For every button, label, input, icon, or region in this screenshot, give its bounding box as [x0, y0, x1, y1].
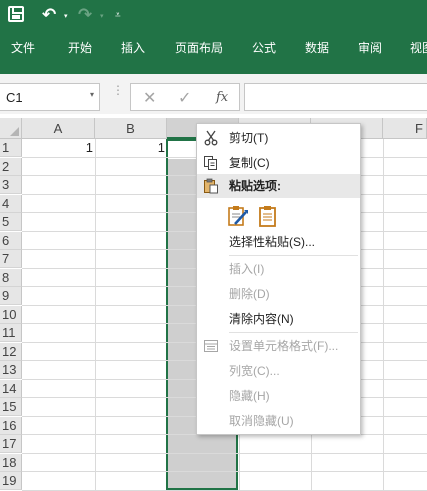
name-box-value: C1 [6, 90, 23, 105]
copy-icon [204, 156, 217, 170]
row-header-2[interactable]: 2 [0, 157, 22, 176]
paste-formatting-icon [228, 206, 248, 226]
row-header-1[interactable]: 1 [0, 139, 22, 157]
menu-item-label: 设置单元格格式(F)... [229, 339, 339, 353]
row-header-12[interactable]: 12 [0, 342, 22, 361]
tab-formulas[interactable]: 公式 [252, 40, 276, 56]
cell-b1[interactable]: 1 [95, 139, 167, 157]
menu-item-column-width[interactable]: 列宽(C)... [197, 359, 360, 383]
context-menu: 剪切(T) 复制(C) 粘贴选项: 选择性粘贴(S)... 插入(I) 删除(D… [196, 123, 361, 435]
resize-handle-icon[interactable]: ⋮ [112, 84, 124, 96]
menu-item-label: 复制(C) [229, 156, 270, 170]
menu-item-label: 隐藏(H) [229, 389, 270, 403]
menu-item-label: 选择性粘贴(S)... [229, 235, 315, 249]
column-header-a[interactable]: A [22, 118, 95, 139]
menu-item-hide[interactable]: 隐藏(H) [197, 384, 360, 408]
cell-a1[interactable]: 1 [22, 139, 95, 157]
row-header-11[interactable]: 11 [0, 324, 22, 342]
scissors-icon [204, 130, 218, 146]
menu-item-clear-contents[interactable]: 清除内容(N) [197, 307, 360, 331]
tab-home[interactable]: 开始 [68, 40, 92, 56]
redo-dropdown-icon: ▾ [100, 13, 104, 20]
row-header-18[interactable]: 18 [0, 453, 22, 472]
row-header-16[interactable]: 16 [0, 416, 22, 435]
row-header-6[interactable]: 6 [0, 231, 22, 250]
paste-options-header: 粘贴选项: [197, 174, 360, 198]
formula-input[interactable] [244, 83, 427, 111]
row-header-3[interactable]: 3 [0, 176, 22, 194]
row-header-19[interactable]: 19 [0, 472, 22, 490]
menu-item-paste-special[interactable]: 选择性粘贴(S)... [197, 230, 360, 254]
name-box[interactable]: C1 ▾ [0, 83, 100, 111]
formula-bar: C1 ▾ ⋮ ✕ ✓ fx [0, 80, 427, 114]
formula-buttons: ✕ ✓ fx [130, 83, 240, 111]
row-header-4[interactable]: 4 [0, 194, 22, 213]
gridline [22, 471, 427, 472]
menu-item-label: 插入(I) [229, 262, 265, 276]
menu-separator [229, 255, 358, 256]
row-header-9[interactable]: 9 [0, 287, 22, 305]
row-header-8[interactable]: 8 [0, 268, 22, 287]
column-header-b[interactable]: B [95, 118, 167, 139]
row-header-14[interactable]: 14 [0, 379, 22, 398]
row-header-17[interactable]: 17 [0, 435, 22, 453]
paste-formatting-option[interactable] [227, 204, 249, 228]
paste-options-label: 粘贴选项: [229, 179, 281, 193]
paste-icon [204, 178, 218, 194]
tab-view[interactable]: 视图 [410, 40, 427, 56]
select-all-button[interactable] [0, 118, 22, 139]
gridline [383, 139, 384, 490]
paste-option[interactable] [257, 204, 279, 228]
menu-item-unhide[interactable]: 取消隐藏(U) [197, 409, 360, 433]
menu-item-format-cells[interactable]: 设置单元格格式(F)... [197, 334, 360, 358]
menu-separator [229, 332, 358, 333]
menu-item-copy[interactable]: 复制(C) [197, 151, 360, 175]
menu-item-label: 列宽(C)... [229, 364, 280, 378]
cancel-icon[interactable]: ✕ [143, 88, 156, 108]
ribbon-tabs: 文件 开始 插入 页面布局 公式 数据 审阅 视图 [0, 30, 427, 74]
row-header-5[interactable]: 5 [0, 213, 22, 231]
row-header-10[interactable]: 10 [0, 305, 22, 324]
format-cells-icon [204, 340, 218, 352]
menu-item-label: 剪切(T) [229, 131, 269, 145]
menu-item-delete[interactable]: 删除(D) [197, 282, 360, 306]
menu-item-label: 清除内容(N) [229, 312, 294, 326]
menu-item-label: 取消隐藏(U) [229, 414, 294, 428]
gridline [22, 452, 427, 454]
customize-toolbar-icon[interactable]: ⩡ [115, 6, 121, 26]
menu-item-cut[interactable]: 剪切(T) [197, 126, 360, 150]
row-header-13[interactable]: 13 [0, 361, 22, 379]
menu-item-insert[interactable]: 插入(I) [197, 257, 360, 281]
redo-icon: ↷ [78, 5, 93, 24]
tab-review[interactable]: 审阅 [358, 40, 382, 56]
undo-icon[interactable]: ↶ [42, 5, 56, 25]
undo-dropdown-icon[interactable]: ▾ [64, 7, 68, 27]
tab-page-layout[interactable]: 页面布局 [175, 40, 223, 56]
tab-insert[interactable]: 插入 [121, 40, 145, 56]
gridline [95, 139, 96, 490]
column-header-f[interactable]: F [383, 118, 427, 139]
enter-icon[interactable]: ✓ [178, 88, 191, 108]
menu-item-label: 删除(D) [229, 287, 270, 301]
row-header-15[interactable]: 15 [0, 398, 22, 416]
clipboard-icon [259, 206, 276, 227]
name-box-dropdown-icon[interactable]: ▾ [90, 90, 94, 99]
save-icon[interactable] [8, 6, 24, 22]
quick-access-toolbar: ↶ ▾ ↷ ▾ ⩡ [0, 0, 427, 30]
tab-data[interactable]: 数据 [305, 40, 329, 56]
tab-file[interactable]: 文件 [11, 40, 35, 56]
row-header-7[interactable]: 7 [0, 250, 22, 268]
insert-function-icon[interactable]: fx [216, 90, 228, 105]
